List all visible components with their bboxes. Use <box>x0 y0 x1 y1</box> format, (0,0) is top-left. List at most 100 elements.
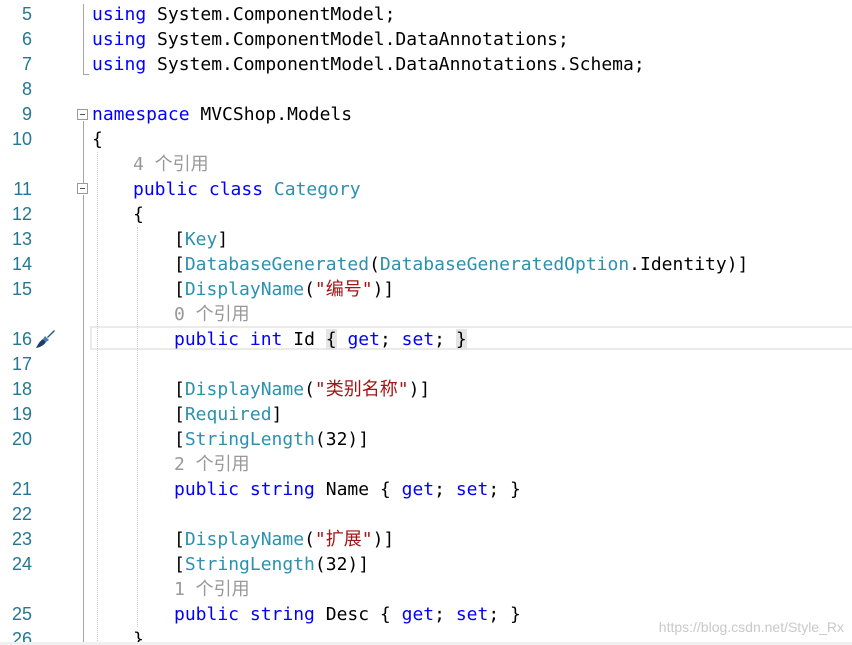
token: DisplayName <box>184 529 305 550</box>
codelens-row: 2 个引用 <box>0 452 852 477</box>
token: using <box>92 54 147 75</box>
token: get <box>347 329 380 350</box>
code-text: { <box>92 127 103 152</box>
line-number: 9 <box>21 104 32 124</box>
token: DatabaseGenerated <box>184 254 370 275</box>
token: set <box>401 329 435 350</box>
code-line: 14 [DatabaseGenerated(DatabaseGeneratedOp… <box>0 252 852 277</box>
token: "类别名称" <box>314 379 409 400</box>
code-text: using System.ComponentModel.DataAnnotati… <box>92 27 569 52</box>
codelens-text[interactable]: 2 个引用 <box>174 452 250 477</box>
code-text: [DisplayName("类别名称")] <box>174 377 430 402</box>
code-text: public class Category <box>133 177 361 202</box>
token: )] <box>408 379 431 400</box>
code-line: 20 [StringLength(32)] <box>0 427 852 452</box>
token: ; <box>434 329 456 350</box>
code-line: 7 using System.ComponentModel.DataAnnotat… <box>0 52 852 77</box>
code-line: 18 [DisplayName("类别名称")] <box>0 377 852 402</box>
token: Id <box>282 329 326 350</box>
code-line: 10 { <box>0 127 852 152</box>
token: ; } <box>488 604 521 625</box>
token: [ <box>174 429 185 450</box>
line-number: 22 <box>11 504 32 524</box>
code-text: public string Desc { get; set; } <box>174 602 521 627</box>
token: class <box>208 179 264 200</box>
token: int <box>249 329 283 350</box>
code-text: { <box>133 202 144 227</box>
codelens-text[interactable]: 0 个引用 <box>174 302 250 327</box>
token: Name { <box>314 479 402 500</box>
token: string <box>249 479 315 500</box>
token: (32)] <box>314 554 370 575</box>
token: .Identity)] <box>629 254 749 275</box>
token: [ <box>174 279 185 300</box>
token: Desc { <box>314 604 402 625</box>
token: ( <box>304 529 315 550</box>
token: ; <box>379 329 402 350</box>
line-number: 11 <box>13 179 32 199</box>
token: )] <box>372 529 395 550</box>
code-text: [DisplayName("扩展")] <box>174 527 394 552</box>
codelens-row: 0 个引用 <box>0 302 852 327</box>
token: 1 个引用 <box>174 579 250 600</box>
token: public <box>174 329 240 350</box>
code-text: [DatabaseGenerated(DatabaseGeneratedOpti… <box>174 252 748 277</box>
token: "编号" <box>314 279 373 300</box>
token: DisplayName <box>184 379 305 400</box>
token: } <box>455 329 467 350</box>
token: [ <box>174 379 185 400</box>
code-line: 21 public string Name { get; set; } <box>0 477 852 502</box>
line-number: 13 <box>11 229 32 249</box>
codelens-text[interactable]: 4 个引用 <box>133 152 209 177</box>
line-number: 16 <box>11 329 32 349</box>
codelens-row: 1 个引用 <box>0 577 852 602</box>
code-text: [DisplayName("编号")] <box>174 277 394 302</box>
line-number: 24 <box>11 554 32 574</box>
token: using <box>92 4 147 25</box>
line-number: 15 <box>11 279 32 299</box>
token: System.ComponentModel; <box>146 4 396 25</box>
code-line: 9 namespace MVCShop.Models <box>0 102 852 127</box>
token: 0 个引用 <box>174 304 250 325</box>
token: [ <box>174 554 185 575</box>
line-number: 6 <box>21 29 32 49</box>
token: public <box>174 604 240 625</box>
codelens-row: 4 个引用 <box>0 152 852 177</box>
line-number: 12 <box>11 204 32 224</box>
code-text: [StringLength(32)] <box>174 552 369 577</box>
token: System.ComponentModel.DataAnnotations.Sc… <box>146 54 645 75</box>
token: ] <box>271 404 283 425</box>
code-text: [StringLength(32)] <box>174 427 369 452</box>
code-line: 24 [StringLength(32)] <box>0 552 852 577</box>
paintbrush-icon[interactable] <box>34 328 56 350</box>
line-number: 25 <box>11 604 32 624</box>
token: MVCShop.Models <box>189 104 353 125</box>
token: { <box>325 329 337 350</box>
token: { <box>133 204 144 225</box>
code-line: 5 using System.ComponentModel; <box>0 2 852 27</box>
line-number: 23 <box>11 529 32 549</box>
token: ( <box>304 379 315 400</box>
code-text: public int Id { get; set; } <box>174 327 467 352</box>
code-line: 8 <box>0 77 852 102</box>
code-editor[interactable]: 5 using System.ComponentModel; 6 using Syst… <box>0 0 852 645</box>
token: Required <box>184 404 272 425</box>
token: namespace <box>92 104 190 125</box>
token: string <box>249 604 315 625</box>
codelens-text[interactable]: 1 个引用 <box>174 577 250 602</box>
token: get <box>401 479 435 500</box>
line-number: 7 <box>21 54 32 74</box>
token: (32)] <box>314 429 370 450</box>
code-text: public string Name { get; set; } <box>174 477 521 502</box>
code-line: 11 public class Category <box>0 177 852 202</box>
line-number: 21 <box>11 479 32 499</box>
line-number: 18 <box>11 379 32 399</box>
token: [ <box>174 529 185 550</box>
line-number: 10 <box>11 129 32 149</box>
code-line: 15 [DisplayName("编号")] <box>0 277 852 302</box>
token: 4 个引用 <box>133 154 209 175</box>
